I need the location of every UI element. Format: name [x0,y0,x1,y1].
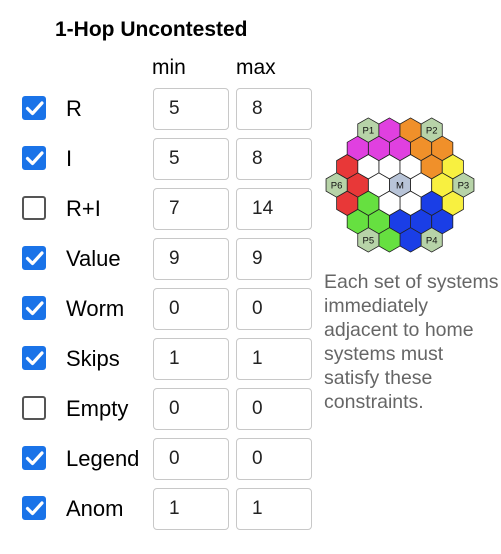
empty-label: Empty [66,396,129,421]
i-max-input[interactable]: 8 [236,138,312,180]
r-i-min-input[interactable]: 7 [153,188,229,230]
i-label: I [66,146,73,171]
anom-label: Anom [66,496,124,521]
constraint-row-value: Value 9 9 [0,238,320,282]
constraint-row-r: R 58 [0,88,320,132]
value-min-input[interactable]: 9 [153,238,229,280]
home-label-p5: P5 [362,235,374,246]
constraint-row-r-i: R+I 7 14 [0,188,320,232]
home-label-p2: P2 [426,126,438,137]
home-label-p1: P1 [362,126,374,137]
i-min-input[interactable]: 5 [153,138,229,180]
skips-max-input[interactable]: 1 [236,338,312,380]
constraint-row-skips: Skips 1 1 [0,338,320,382]
worm-min-input[interactable]: 0 [153,288,229,330]
constraint-row-anom: Anom 1 1 [0,488,320,532]
r-min-input[interactable]: 5 [153,88,229,130]
constraint-row-empty: Empty 0 0 [0,388,320,432]
min-column-header: min [152,56,186,79]
r-max-input[interactable]: 8 [236,88,312,130]
skips-label: Skips [66,346,120,371]
worm-checkbox[interactable] [22,296,46,320]
worm-max-input[interactable]: 0 [236,288,312,330]
anom-max-input[interactable]: 1 [236,488,312,530]
constraint-row-i: I 58 [0,138,320,182]
max-column-header: max [236,56,276,79]
checkmark-icon [25,101,44,116]
r-i-checkbox[interactable] [22,196,46,220]
section-title: 1-Hop Uncontested [55,18,248,41]
empty-max-input[interactable]: 0 [236,388,312,430]
empty-checkbox[interactable] [22,396,46,420]
checkmark-icon [25,451,44,466]
empty-min-input[interactable]: 0 [153,388,229,430]
skips-min-input[interactable]: 1 [153,338,229,380]
constraint-row-worm: Worm 0 0 [0,288,320,332]
anom-min-input[interactable]: 1 [153,488,229,530]
value-max-input[interactable]: 9 [236,238,312,280]
legend-min-input[interactable]: 0 [153,438,229,480]
legend-checkbox[interactable] [22,446,46,470]
value-checkbox[interactable] [22,246,46,270]
checkmark-icon [25,301,44,316]
checkmark-icon [25,151,44,166]
home-label-p3: P3 [458,181,470,192]
home-label-p4: P4 [426,235,438,246]
r-i-label: R+I [66,196,101,221]
checkmark-icon [25,501,44,516]
constraint-row-legend: Legend 0 0 [0,438,320,482]
legend-max-input[interactable]: 0 [236,438,312,480]
value-label: Value [66,246,121,271]
skips-checkbox[interactable] [22,346,46,370]
i-checkbox[interactable] [22,146,46,170]
legend-label: Legend [66,446,140,471]
anom-checkbox[interactable] [22,496,46,520]
r-checkbox[interactable] [22,96,46,120]
constraint-description: Each set of systems immediately adjacent… [324,271,499,413]
r-i-max-input[interactable]: 14 [236,188,312,230]
r-label: R [66,96,82,121]
checkmark-icon [25,351,44,366]
home-label-p6: P6 [331,181,343,192]
mecatol-label: M [396,181,404,192]
worm-label: Worm [66,296,125,321]
galaxy-map: M P6 P1 P2 P3 P4 P5 [325,117,475,253]
checkmark-icon [25,251,44,266]
